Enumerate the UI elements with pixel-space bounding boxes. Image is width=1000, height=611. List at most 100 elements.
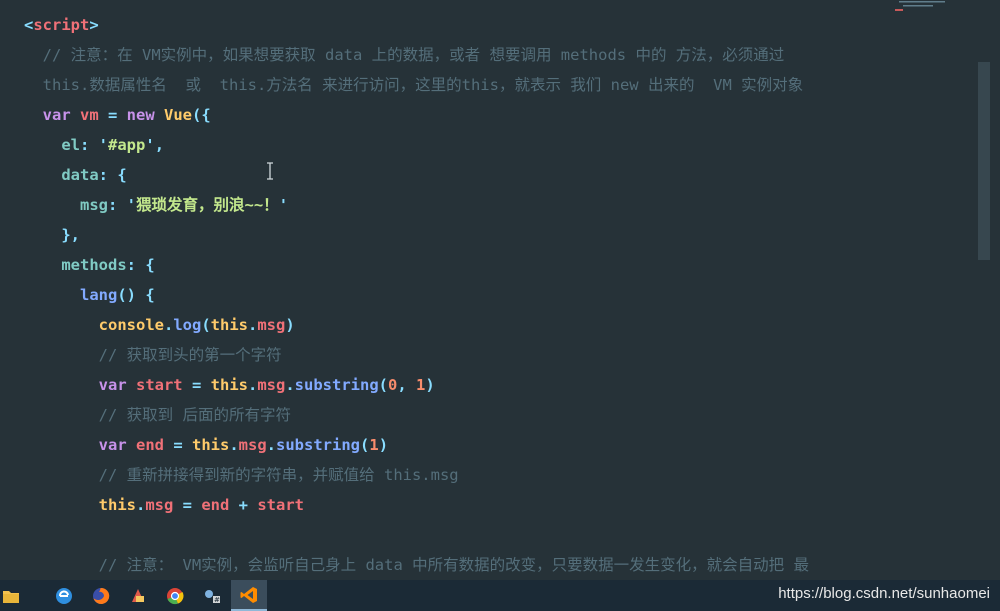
code-token-punct: , [397,376,417,394]
code-token-punct: ' [145,136,155,154]
code-token-keyword: new [126,106,164,124]
taskbar-item-firefox[interactable] [83,580,119,611]
code-token-op: = [173,496,202,514]
code-token-punct: . [247,376,258,394]
code-line[interactable]: // 注意： VM实例，会监听自己身上 data 中所有数据的改变，只要数据一发… [24,555,809,580]
code-token-this: this [24,496,136,514]
code-token-string: 猥琐发育，别浪~~！ [136,196,279,214]
code-token-prop: msg [24,196,108,214]
code-token-punct: ) [425,376,435,394]
code-token-var: start [135,376,183,394]
code-token-punct: ) [285,316,295,334]
text-cursor-icon [266,162,274,180]
vscode-icon [240,586,258,604]
code-token-keyword: var [24,436,136,454]
code-token-member: msg [257,376,286,394]
code-token-punct: ' [278,196,289,214]
code-token-member: msg [257,316,286,334]
code-token-punct: . [285,376,295,394]
code-line[interactable]: console.log(this.msg) [24,315,295,345]
code-token-punct: ( [378,376,389,394]
code-line[interactable]: // 注意：在 VM实例中，如果想要获取 data 上的数据，或者 想要调用 m… [24,45,785,75]
code-token-number: 0 [388,376,398,394]
taskbar-item-ie-edge[interactable] [46,580,82,611]
code-token-var: vm [80,106,99,124]
code-token-punct: ({ [192,106,211,124]
code-line[interactable]: data: { [24,165,126,195]
code-token-punct: < [24,16,34,34]
code-line[interactable]: var start = this.msg.substring(0, 1) [24,375,435,405]
code-line[interactable]: msg: '猥琐发育，别浪~~！' [24,195,288,225]
taskbar-item-app-red[interactable] [120,580,156,611]
code-line[interactable]: lang() { [24,285,155,315]
code-token-obj: console [24,316,164,334]
code-token-punct: . [163,316,174,334]
code-token-this: this [191,436,230,454]
code-token-member: msg [145,496,174,514]
firefox-icon [92,587,110,605]
code-token-func: substring [294,376,379,394]
code-token-comment: this.数据属性名 或 this.方法名 来进行访问，这里的this，就表示 … [24,76,804,94]
code-token-keyword: var [24,376,136,394]
code-token-comment: // 获取到头的第一个字符 [24,346,282,364]
watermark-text: https://blog.csdn.net/sunhaomei [778,585,990,602]
code-token-comment: // 获取到 后面的所有字符 [24,406,291,424]
code-token-punct: . [266,436,276,454]
svg-text:#: # [214,596,220,604]
code-token-class: Vue [164,106,192,124]
code-token-this: this [210,376,248,394]
code-token-string: #app [108,136,146,154]
code-token-member: msg [238,436,267,454]
code-line[interactable]: }, [24,225,80,255]
code-token-number: 1 [369,436,379,454]
taskbar-item-dev-tool[interactable]: # [194,580,230,611]
code-token-punct: : { [126,256,155,274]
code-token-punct: ( [360,436,370,454]
taskbar-item-chrome[interactable] [157,580,193,611]
code-token-punct: . [135,496,146,514]
code-line[interactable]: this.msg = end + start [24,495,304,525]
taskbar-item-vscode[interactable] [231,580,267,611]
code-line[interactable]: el: '#app', [24,135,164,165]
code-token-punct: ' [98,136,109,154]
code-token-comment: // 重新拼接得到新的字符串，并赋值给 this.msg [24,466,459,484]
scrollbar-thumb[interactable] [978,62,990,260]
code-token-prop: methods [24,256,127,274]
code-token-func: log [173,316,202,334]
code-token-comment: // 注意： VM实例，会监听自己身上 data 中所有数据的改变，只要数据一发… [24,556,809,574]
code-line[interactable]: var end = this.msg.substring(1) [24,435,388,465]
code-token-punct: . [248,316,258,334]
code-token-op: = [182,376,211,394]
code-line[interactable]: <script> [24,15,99,45]
code-token-punct: , [154,136,165,154]
code-token-punct: }, [24,226,80,244]
code-token-op: = [98,106,127,124]
app-red-icon [129,587,147,605]
code-token-func: lang [24,286,118,304]
chrome-icon [166,587,184,605]
code-token-op: + [229,496,258,514]
code-line[interactable]: var vm = new Vue({ [24,105,211,135]
code-editor[interactable]: <script> // 注意：在 VM实例中，如果想要获取 data 上的数据，… [0,0,1000,580]
code-token-prop: el [24,136,80,154]
minimap-indicator[interactable] [893,0,951,16]
code-line[interactable]: // 获取到 后面的所有字符 [24,405,291,435]
code-token-punct: ) [378,436,389,454]
code-line[interactable]: // 重新拼接得到新的字符串，并赋值给 this.msg [24,465,459,495]
code-token-op: = [163,436,192,454]
code-token-punct: ' [126,196,137,214]
file-explorer-icon [2,588,20,604]
code-token-var: end [135,436,164,454]
code-line[interactable]: methods: { [24,255,155,285]
ie-edge-icon [55,587,73,605]
taskbar-item-file-explorer[interactable] [0,580,22,611]
code-line[interactable]: // 获取到头的第一个字符 [24,345,282,375]
code-line[interactable]: this.数据属性名 或 this.方法名 来进行访问，这里的this，就表示 … [24,75,803,105]
code-token-comment: // 注意：在 VM实例中，如果想要获取 data 上的数据，或者 想要调用 m… [24,46,785,64]
code-token-punct: . [229,436,239,454]
code-token-this: this [210,316,248,334]
code-token-punct: ( [201,316,211,334]
code-token-punct: : [108,196,127,214]
code-token-number: 1 [416,376,426,394]
code-token-var: end [201,496,230,514]
